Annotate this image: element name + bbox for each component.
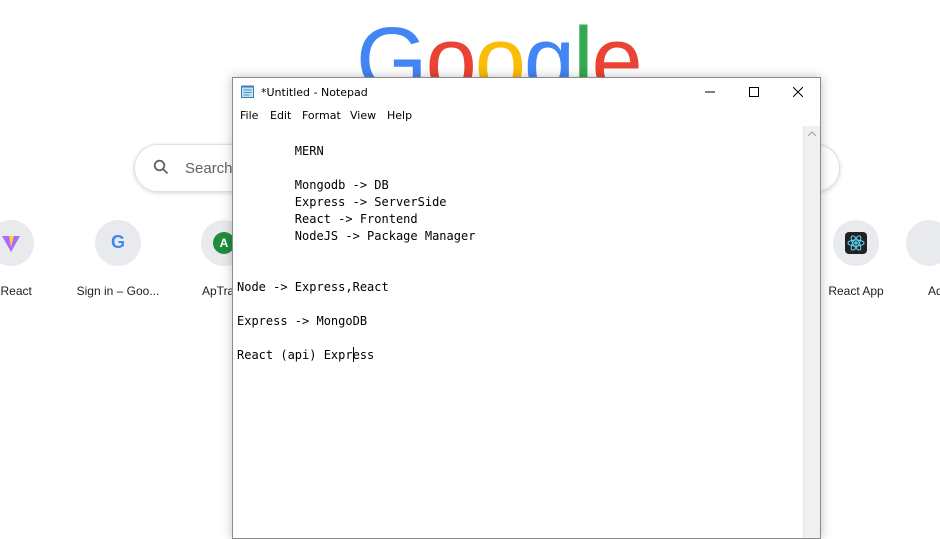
logo-letter: l [573, 14, 594, 84]
search-placeholder: Search [185, 160, 233, 177]
logo-letter: e [591, 14, 641, 84]
menu-help[interactable]: Help [387, 109, 412, 122]
text-line: Mongodb -> DB [237, 178, 389, 192]
close-icon [793, 87, 803, 97]
vite-icon [0, 220, 34, 266]
maximize-icon [749, 87, 759, 97]
shortcut-tile[interactable]: + React [0, 220, 67, 298]
shortcut-label: Ad [928, 284, 940, 298]
logo-letter: o [425, 14, 477, 84]
menu-edit[interactable]: Edit [270, 109, 291, 122]
menu-bar: File Edit Format View Help [233, 106, 820, 127]
google-logo: Google [356, 14, 641, 84]
menu-view[interactable]: View [350, 109, 376, 122]
menu-format[interactable]: Format [302, 109, 341, 122]
google-g-icon: G [95, 220, 141, 266]
minimize-button[interactable] [688, 78, 732, 106]
notepad-icon [241, 85, 255, 98]
logo-letter: o [474, 14, 526, 84]
shortcut-tile[interactable]: G Sign in – Goo... [62, 220, 174, 298]
minimize-icon [705, 91, 715, 93]
add-shortcut-icon [906, 220, 940, 266]
google-g-glyph: G [110, 232, 125, 252]
vertical-scrollbar[interactable] [803, 126, 820, 538]
react-icon [833, 220, 879, 266]
title-bar[interactable]: *Untitled - Notepad [233, 78, 820, 106]
text-line: Node -> Express,React [237, 280, 389, 294]
text-line: React -> Frontend [237, 212, 418, 226]
window-title: *Untitled - Notepad [261, 86, 368, 99]
text-line: Express -> ServerSide [237, 195, 447, 209]
menu-file[interactable]: File [240, 109, 258, 122]
maximize-button[interactable] [732, 78, 776, 106]
text-line: MERN [237, 144, 324, 158]
shortcut-tile[interactable]: Ad [906, 220, 940, 298]
text-line: NodeJS -> Package Manager [237, 229, 476, 243]
text-line: Express -> MongoDB [237, 314, 368, 328]
logo-letter: g [523, 14, 575, 84]
text-caret [353, 347, 354, 362]
notepad-window: *Untitled - Notepad File Edit Format Vie… [232, 77, 821, 539]
logo-letter: G [356, 14, 428, 84]
shortcut-label: Sign in – Goo... [76, 284, 160, 298]
close-button[interactable] [776, 78, 820, 106]
scroll-up-icon[interactable] [808, 131, 816, 137]
text-editor[interactable]: MERN Mongodb -> DB Express -> ServerSide… [234, 126, 803, 538]
search-icon [153, 159, 169, 175]
shortcut-label: + React [0, 284, 32, 298]
